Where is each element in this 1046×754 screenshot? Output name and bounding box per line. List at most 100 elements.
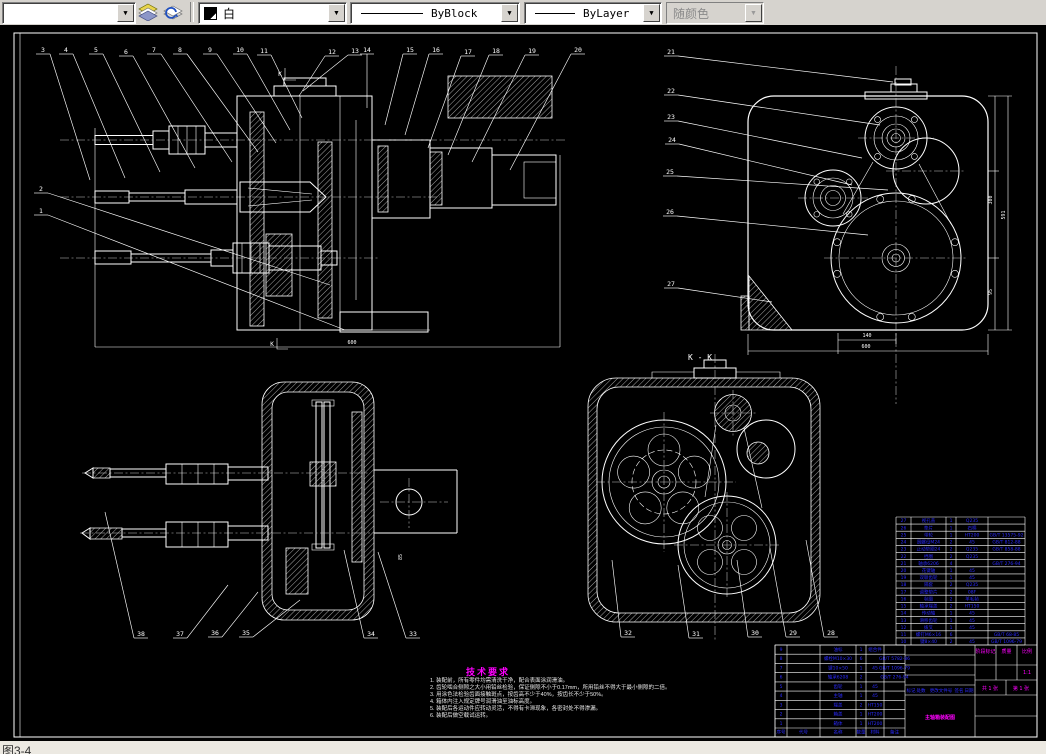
bom-cell: GB/T 68-85 [994, 632, 1019, 638]
callout-number: 29 [789, 629, 797, 637]
weight-label: 质量 [1001, 648, 1011, 655]
layers-icon [138, 3, 158, 21]
callout-number: 19 [528, 47, 536, 55]
parts-list-cell: 45 [872, 693, 878, 699]
view-front-section: K K [60, 68, 566, 350]
callout-number: 26 [666, 208, 674, 216]
callout-number: 36 [211, 629, 219, 637]
callout-number: 24 [668, 136, 676, 144]
update-header-cell: 更改文件号 [930, 687, 953, 694]
parts-list-cell: 1 [860, 647, 863, 653]
stage-label: 阶段标记 [975, 648, 995, 655]
callout-number: 4 [64, 46, 68, 54]
linetype-sample-icon [535, 12, 575, 14]
update-header-cell: 处数 [917, 687, 926, 694]
callout-25: 25 [663, 168, 889, 191]
chevron-down-icon[interactable]: ▼ [501, 4, 518, 22]
parts-list-cell: HT150 [868, 702, 883, 708]
scale-value: 1:1 [1023, 670, 1031, 676]
toolbar-separator [190, 2, 194, 22]
parts-list-cell: 1 [780, 721, 783, 727]
callout-12: 12 [298, 48, 339, 97]
bom-cell: 带轮 [924, 531, 933, 538]
bom-cell: 调整垫片 [920, 588, 938, 595]
callout-11: 11 [257, 47, 303, 119]
callout-8: 8 [173, 46, 259, 153]
chevron-down-icon[interactable]: ▼ [643, 4, 660, 22]
linetype-bylayer-dropdown[interactable]: ByLayer ▼ [524, 2, 662, 24]
callout-number: 16 [432, 46, 440, 54]
tech-note-line: 4. 箱体内注入规定牌号润滑油至油标高度。 [430, 699, 536, 705]
bom-cell: 2 [950, 596, 953, 602]
callout-number: 35 [242, 629, 250, 637]
section-label-kk: K - K [688, 353, 712, 362]
status-text: 图3-4 [2, 744, 32, 754]
model-space-canvas[interactable]: K K K - K 1 2 3 4 5 6 7 8 9 10 11 12 13 … [0, 25, 1046, 741]
callout-number: 15 [406, 46, 414, 54]
bom-cell: GB/T 1096-79 [991, 639, 1022, 645]
callout-number: 18 [492, 47, 500, 55]
bom-cell: 22 [901, 554, 907, 560]
bom-cell: 45 [969, 611, 975, 617]
parts-list-header: 材料 [871, 729, 880, 736]
callout-number: 22 [667, 87, 675, 95]
callout-22: 22 [664, 87, 881, 126]
callout-32: 32 [611, 559, 635, 638]
parts-list-cell: 9 [780, 647, 783, 653]
parts-list-cell: 主轴 [834, 692, 843, 699]
callout-number: 10 [236, 46, 244, 54]
parts-list-cell: 组合件 [868, 646, 882, 653]
parts-list-cell: 7 [780, 665, 783, 671]
callout-23: 23 [664, 113, 863, 159]
callout-number: 1 [39, 207, 43, 215]
layer-dropdown[interactable]: ▼ [2, 2, 136, 24]
bom-cell: HT150 [965, 604, 980, 610]
callout-number: 9 [208, 46, 212, 54]
bom-cell: 2 [950, 604, 953, 610]
callout-4: 4 [59, 46, 126, 179]
bom-cell: Q235 [966, 582, 978, 588]
chevron-down-icon[interactable]: ▼ [117, 4, 134, 22]
callout-number: 37 [176, 630, 184, 638]
bom-cell: 羊毛毡 [965, 595, 979, 602]
bom-cell: 15 [901, 604, 907, 610]
callout-number: 20 [574, 46, 582, 54]
bom-cell: 止动垫圈24 [917, 546, 941, 553]
parts-list-header: 序号 [777, 729, 786, 736]
callout-number: 27 [667, 280, 675, 288]
callout-9: 9 [203, 46, 277, 144]
parts-list-cell: 6 [860, 656, 863, 662]
bom-cell: 2 [950, 639, 953, 645]
bom-cell: 2 [950, 582, 953, 588]
bom-cell: 隔套 [924, 581, 933, 588]
parts-list-header: 名称 [834, 729, 843, 736]
callout-36: 36 [208, 591, 259, 638]
parts-list-cell: 1 [860, 693, 863, 699]
tech-note-line: 6. 装配后做空载试运转。 [430, 713, 492, 719]
callout-number: 14 [363, 46, 371, 54]
parts-list-cell: 5 [780, 684, 783, 690]
bom-cell: 1 [950, 532, 953, 538]
parts-list-cell: 2 [780, 712, 783, 718]
parts-list-cell: GB/T 276-94 [880, 675, 908, 681]
parts-list-cell: 45 [872, 684, 878, 690]
layers-button[interactable] [136, 1, 160, 23]
parts-list-cell: 4 [780, 693, 783, 699]
bom-cell: 24 [901, 540, 907, 546]
bom-cell: 26 [901, 525, 907, 531]
dimension-text: 85 [398, 554, 404, 560]
callout-31: 31 [677, 564, 703, 639]
callout-number: 32 [624, 629, 632, 637]
callout-number: 33 [409, 630, 417, 638]
chevron-down-icon[interactable]: ▼ [328, 4, 345, 22]
callouts-layer: 123 4 5 6 7 8 9 10 11 12 13 14 15 16 17 18 19 20 212223242… [34, 46, 894, 639]
layer-previous-button[interactable] [161, 1, 185, 23]
linetype-byblock-dropdown[interactable]: ByBlock ▼ [350, 2, 520, 24]
bom-cell: 13 [901, 618, 907, 624]
callout-number: 17 [464, 48, 472, 56]
callout-1: 1 [34, 207, 346, 331]
parts-list-cell: 齿轮 [834, 683, 843, 690]
chevron-down-icon: ▼ [745, 4, 762, 22]
parts-list-header: 数量 [857, 729, 866, 736]
color-dropdown[interactable]: 白 ▼ [198, 2, 347, 24]
